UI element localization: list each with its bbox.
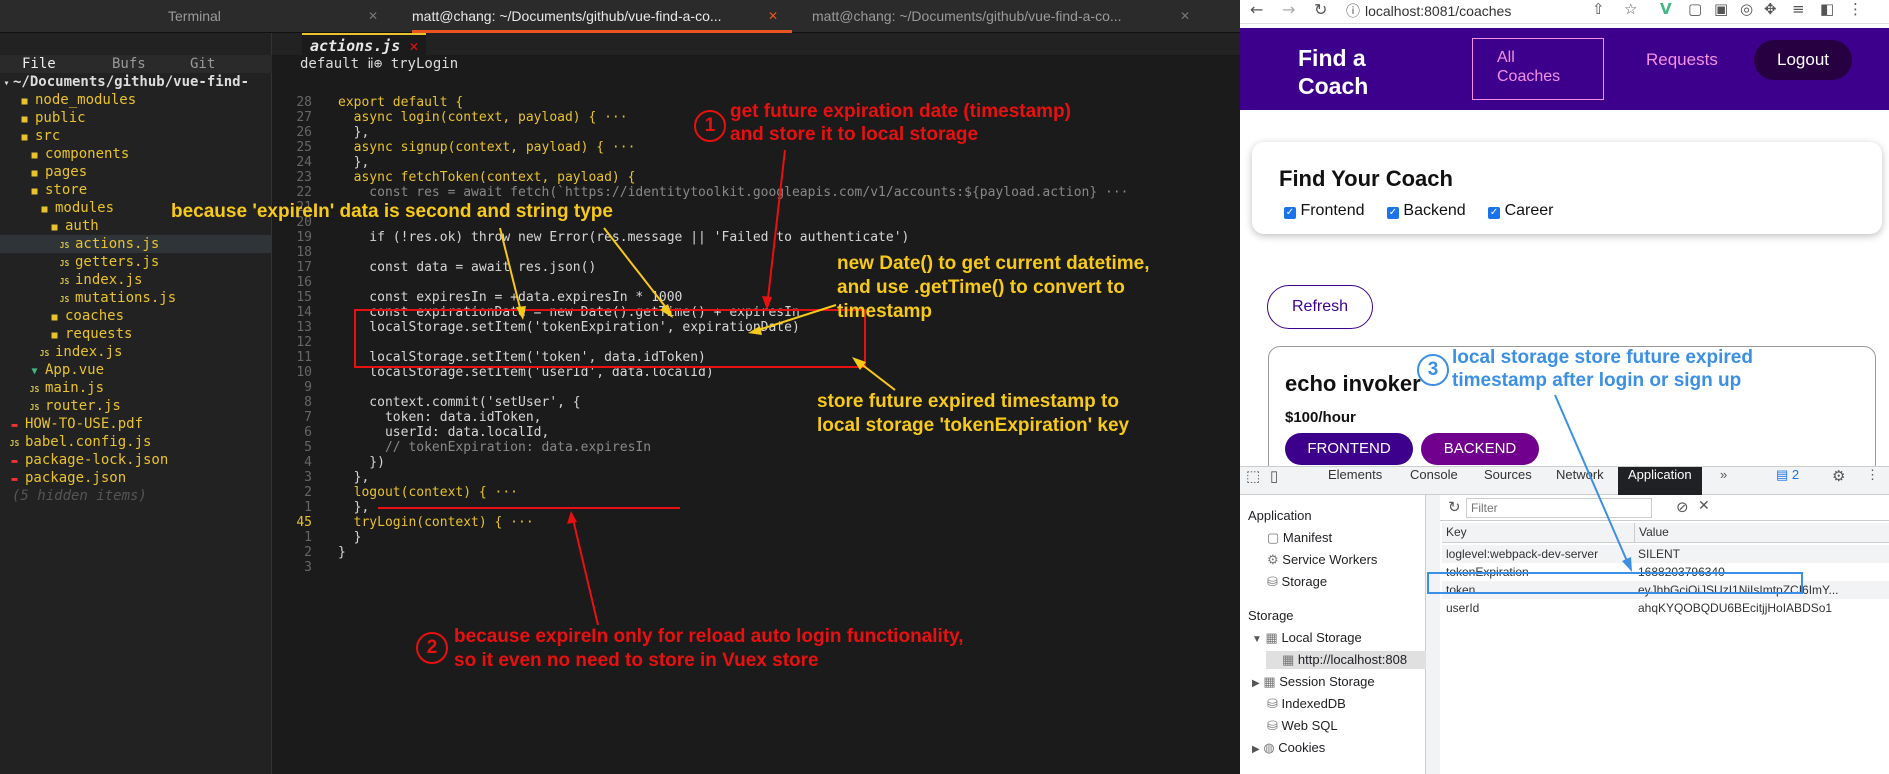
arrow-2 [571, 514, 599, 626]
arrow-1 [766, 149, 786, 308]
annotation-yellow-1: because 'expireIn' data is second and st… [171, 201, 613, 222]
highlight-box-token-expiration [1427, 572, 1803, 594]
arrowhead-2 [567, 511, 577, 524]
arrowhead-3 [1622, 557, 1632, 572]
highlight-box-expiration [354, 309, 866, 368]
annotation-1-line-2: and store it to local storage [730, 124, 979, 145]
annotation-yellow-3-line-1: store future expired timestamp to [817, 391, 1119, 412]
arrow-yellow-a [499, 227, 523, 317]
arrowhead-yellow-c [748, 326, 762, 335]
annotation-2-line-2: so it even no need to store in Vuex stor… [454, 650, 819, 671]
arrowhead-1 [762, 296, 772, 310]
annotation-number-2: 2 [416, 632, 448, 664]
annotation-yellow-2-line-2: and use .getTime() to convert to [837, 277, 1125, 298]
annotation-yellow-3-line-2: local storage 'tokenExpiration' key [817, 415, 1130, 436]
annotation-number-1: 1 [694, 110, 726, 142]
annotation-yellow-2-line-1: new Date() to get current datetime, [837, 253, 1150, 274]
annotation-number-3: 3 [1417, 354, 1449, 386]
annotation-1-line-1: get future expiration date (timestamp) [730, 101, 1071, 122]
arrow-yellow-b [603, 227, 672, 315]
arrowhead-yellow-d [852, 357, 866, 370]
arrowhead-yellow-a [516, 306, 526, 320]
annotation-3-line-2: timestamp after login or sign up [1452, 370, 1742, 391]
annotation-yellow-2-line-3: timestamp [837, 301, 933, 322]
annotation-3-line-1: local storage store future expired [1452, 347, 1753, 368]
arrow-3 [1554, 394, 1631, 569]
annotation-2-line-1: because expireIn only for reload auto lo… [454, 626, 964, 647]
